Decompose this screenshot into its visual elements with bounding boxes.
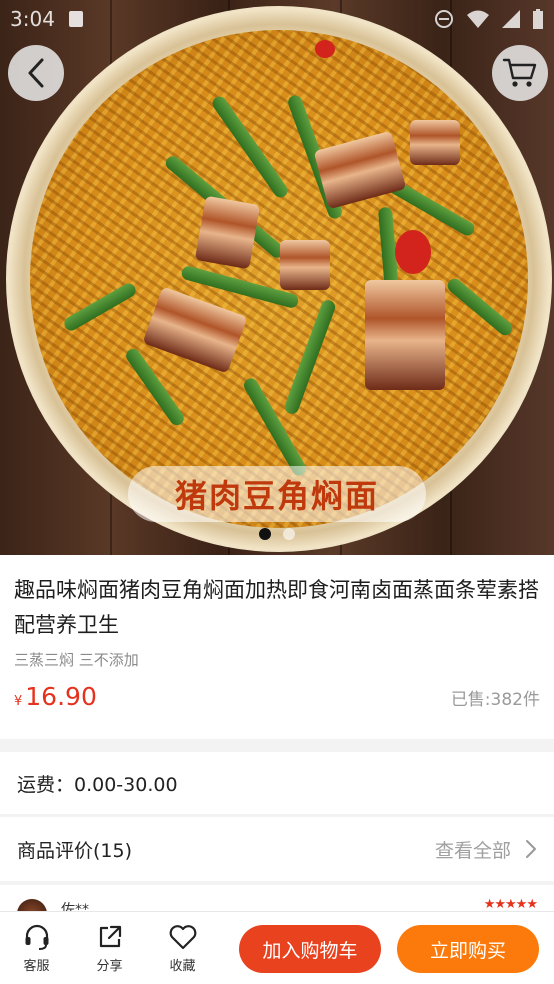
buy-now-button[interactable]: 立即购买 <box>397 925 539 973</box>
pork-piece <box>280 240 330 290</box>
shopping-cart-icon <box>502 58 537 87</box>
pork-piece <box>194 195 261 270</box>
reviews-row[interactable]: 商品评价(15) 查看全部 <box>0 817 554 881</box>
carousel-dot-active[interactable] <box>259 528 271 540</box>
product-image-banner: 猪肉豆角焖面 <box>128 466 426 522</box>
pork-piece <box>410 120 460 165</box>
chevron-left-icon <box>28 58 44 88</box>
status-bar: 3:04 <box>0 0 554 38</box>
back-button[interactable] <box>8 45 64 101</box>
cart-button[interactable] <box>492 45 548 101</box>
currency-symbol: ¥ <box>14 694 23 709</box>
shipping-row: 运费：0.00-30.00 <box>0 752 554 814</box>
carousel-dot[interactable] <box>283 528 295 540</box>
product-subtitle: 三蒸三焖 三不添加 <box>14 651 139 669</box>
review-rating-stars: ★★★★★ <box>483 897 538 911</box>
red-pepper <box>395 230 431 274</box>
favorite-button[interactable]: 收藏 <box>146 923 219 974</box>
battery-icon <box>533 9 543 29</box>
review-item: 佐** ★★★★★ <box>0 885 554 911</box>
product-info-card: 趣品味焖面猪肉豆角焖面加热即食河南卤面蒸面条荤素搭配营养卫生 三蒸三焖 三不添加… <box>0 555 554 739</box>
reviews-title: 商品评价(15) <box>17 839 133 862</box>
product-price: 16.90 <box>25 682 97 711</box>
reviewer-name: 佐** <box>61 902 89 911</box>
share-button[interactable]: 分享 <box>73 923 146 974</box>
share-label: 分享 <box>96 958 123 974</box>
view-all-label: 查看全部 <box>434 839 511 862</box>
wifi-icon <box>467 10 489 28</box>
headset-icon <box>25 924 48 950</box>
add-to-cart-button[interactable]: 加入购物车 <box>239 925 381 973</box>
carousel-indicator <box>259 528 295 540</box>
heart-icon <box>169 924 196 949</box>
product-image-carousel[interactable]: 猪肉豆角焖面 <box>0 0 554 555</box>
share-icon <box>99 925 121 947</box>
chevron-right-icon <box>526 840 536 858</box>
sold-count: 已售:382件 <box>450 690 540 710</box>
pork-piece <box>365 280 445 390</box>
view-all-reviews-link[interactable]: 查看全部 <box>435 836 537 863</box>
shipping-fee: 运费：0.00-30.00 <box>17 773 178 796</box>
price-row: ¥ 16.90 已售:382件 <box>14 682 540 711</box>
product-title: 趣品味焖面猪肉豆角焖面加热即食河南卤面蒸面条荤素搭配营养卫生 <box>14 578 539 637</box>
signal-icon <box>502 10 520 28</box>
notification-icon <box>68 11 83 27</box>
customer-service-label: 客服 <box>23 958 50 974</box>
reviewer-avatar <box>17 899 47 911</box>
favorite-label: 收藏 <box>169 958 196 974</box>
status-icons <box>434 9 544 29</box>
customer-service-button[interactable]: 客服 <box>0 923 73 974</box>
dnd-icon <box>435 10 453 28</box>
status-time: 3:04 <box>10 7 55 31</box>
red-pepper <box>315 40 335 58</box>
bottom-action-bar: 客服 分享 收藏 加入购物车 立即购买 <box>0 911 554 984</box>
